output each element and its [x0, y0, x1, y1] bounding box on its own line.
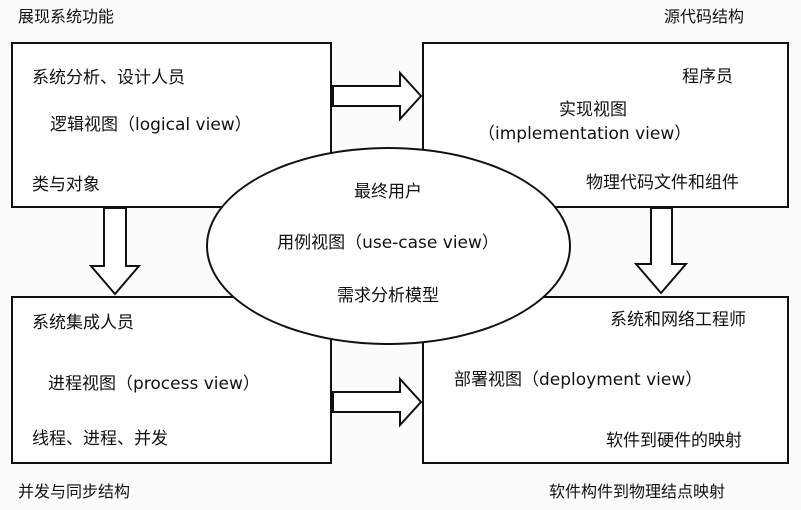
arrow-implementation-to-deployment — [633, 207, 689, 295]
architecture-4plus1-diagram: 展现系统功能 源代码结构 并发与同步结构 软件构件到物理结点映射 系统分析、设计… — [0, 0, 801, 510]
arrow-logical-to-process — [88, 207, 142, 296]
use-case-detail-label: 需求分析模型 — [337, 286, 439, 306]
arrow-process-to-deployment — [332, 376, 423, 428]
corner-label-bottom-right: 软件构件到物理结点映射 — [549, 482, 726, 501]
implementation-detail-label: 物理代码文件和组件 — [586, 173, 739, 193]
corner-label-top-left: 展现系统功能 — [18, 7, 115, 26]
corner-label-top-right: 源代码结构 — [664, 7, 745, 26]
logical-detail-label: 类与对象 — [32, 175, 100, 195]
implementation-view-label-line2: （implementation view） — [478, 124, 692, 144]
deployment-view-label: 部署视图（deployment view） — [454, 370, 703, 390]
corner-label-bottom-left: 并发与同步结构 — [18, 482, 131, 501]
deployment-role-label: 系统和网络工程师 — [610, 310, 746, 330]
process-view-label: 进程视图（process view） — [48, 374, 260, 394]
use-case-role-label: 最终用户 — [354, 182, 422, 202]
implementation-view-label-line1: 实现视图 — [559, 100, 627, 120]
process-role-label: 系统集成人员 — [32, 313, 134, 333]
implementation-role-label: 程序员 — [682, 67, 733, 87]
logical-role-label: 系统分析、设计人员 — [32, 68, 185, 88]
arrow-logical-to-implementation — [332, 70, 423, 122]
use-case-view-label: 用例视图（use-case view） — [277, 233, 499, 253]
process-detail-label: 线程、进程、并发 — [32, 429, 168, 449]
deployment-detail-label: 软件到硬件的映射 — [606, 431, 742, 451]
logical-view-label: 逻辑视图（logical view） — [50, 115, 252, 135]
